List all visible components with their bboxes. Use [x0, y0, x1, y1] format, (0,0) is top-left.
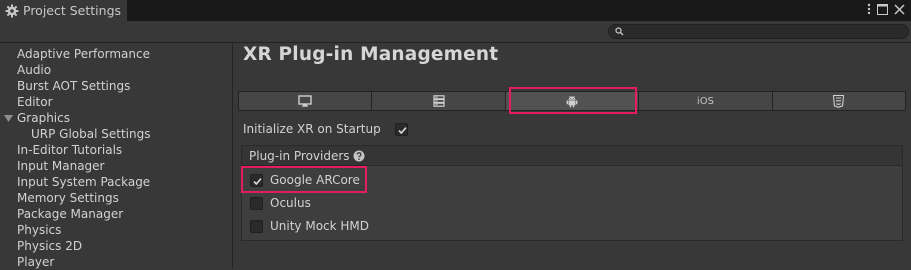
maximize-icon[interactable] [877, 3, 888, 15]
provider-label-unity-mock-hmd: Unity Mock HMD [270, 219, 370, 233]
sidebar-item-package-manager[interactable]: Package Manager [17, 206, 123, 222]
sidebar-item-adaptive-performance[interactable]: Adaptive Performance [17, 46, 150, 62]
sidebar-item-in-editor-tutorials[interactable]: In-Editor Tutorials [17, 142, 122, 158]
page-title: XR Plug-in Management [243, 44, 499, 65]
project-settings-tab[interactable]: Project Settings [0, 0, 127, 21]
tab-dedicated-server[interactable] [372, 92, 506, 110]
sidebar-item-audio[interactable]: Audio [17, 62, 51, 78]
expand-triangle-icon[interactable] [4, 114, 13, 123]
sidebar-item-burst-aot-settings[interactable]: Burst AOT Settings [17, 78, 130, 94]
desktop-icon [298, 95, 312, 107]
plugin-providers-label: Plug-in Providers [249, 149, 350, 163]
settings-main-panel: XR Plug-in Management iOS Initialize XR … [233, 43, 911, 268]
plugin-providers-panel: Plug-in Providers Google ARCore Oculus U… [241, 145, 903, 241]
init-on-startup-checkbox[interactable] [395, 123, 408, 136]
google-arcore-highlight [241, 166, 367, 193]
gear-icon [5, 4, 19, 17]
settings-sidebar: Adaptive Performance Audio Burst AOT Set… [0, 43, 232, 269]
sidebar-item-physics[interactable]: Physics [17, 222, 61, 238]
search-input[interactable] [608, 24, 909, 39]
sidebar-item-graphics[interactable]: Graphics [17, 110, 70, 126]
provider-row-unity-mock-hmd: Unity Mock HMD [250, 217, 369, 235]
android-tab-highlight [509, 87, 637, 114]
kebab-menu-icon[interactable] [867, 3, 871, 15]
sidebar-item-input-manager[interactable]: Input Manager [17, 158, 105, 174]
window-controls [867, 3, 905, 15]
provider-checkbox-unity-mock-hmd[interactable] [250, 219, 263, 233]
tab-standalone[interactable] [239, 92, 373, 110]
provider-checkbox-oculus[interactable] [250, 196, 263, 210]
tab-webgl[interactable] [773, 92, 905, 110]
search-icon [615, 27, 624, 36]
sidebar-item-urp-global-settings[interactable]: URP Global Settings [31, 126, 150, 142]
sidebar-item-input-system-package[interactable]: Input System Package [17, 174, 150, 190]
window-title: Project Settings [23, 3, 122, 18]
sidebar-item-memory-settings[interactable]: Memory Settings [17, 190, 119, 206]
tab-ios-label: iOS [696, 95, 714, 107]
sidebar-item-editor[interactable]: Editor [17, 94, 53, 110]
tab-ios[interactable]: iOS [639, 92, 773, 110]
html5-icon [833, 94, 845, 108]
init-on-startup-row: Initialize XR on Startup [243, 120, 381, 138]
help-icon[interactable] [353, 150, 365, 162]
close-icon[interactable] [894, 3, 905, 15]
window-titlebar [0, 0, 911, 21]
checkmark-icon [398, 127, 407, 135]
plugin-providers-header: Plug-in Providers [242, 146, 902, 166]
init-on-startup-label: Initialize XR on Startup [243, 122, 381, 136]
server-icon [433, 95, 445, 107]
provider-row-oculus: Oculus [250, 194, 311, 212]
sidebar-item-physics-2d[interactable]: Physics 2D [17, 238, 82, 254]
provider-label-oculus: Oculus [270, 196, 311, 210]
